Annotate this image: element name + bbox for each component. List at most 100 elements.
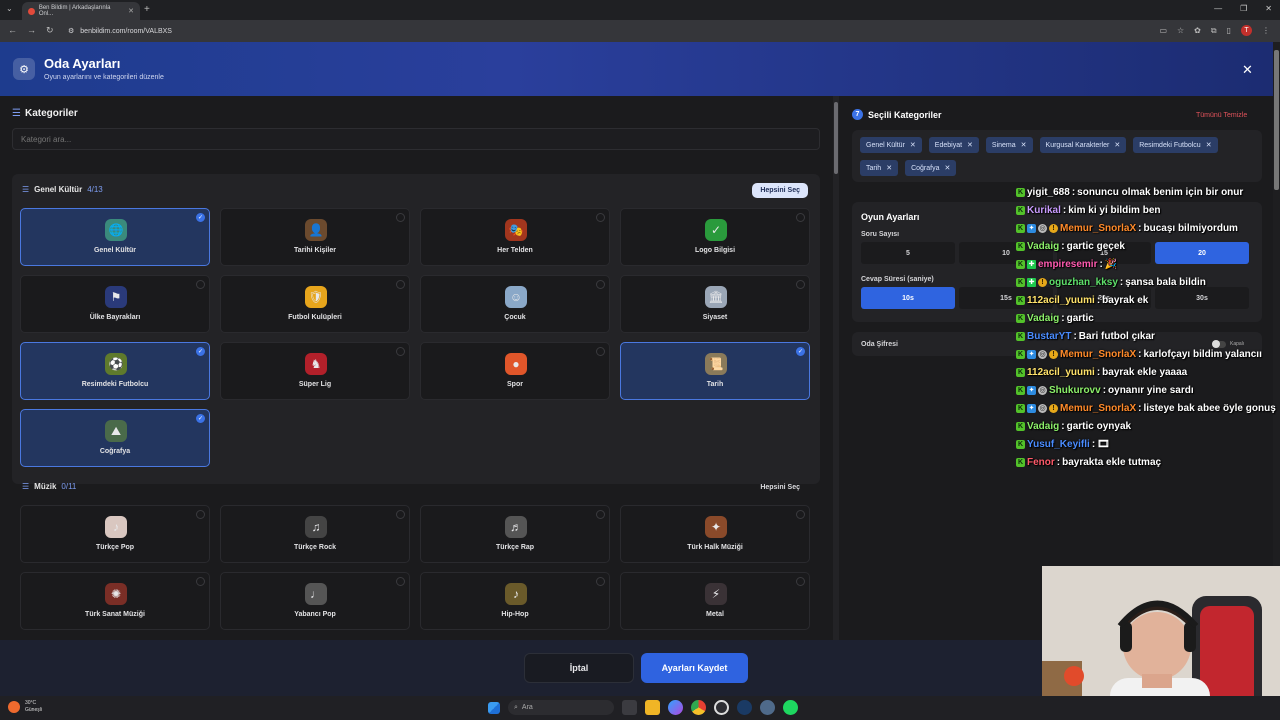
selected-chip: Genel Kültür ✕ (860, 137, 922, 153)
close-icon[interactable]: ✕ (1242, 62, 1253, 78)
chat-message: K ✦ ◎! Memur_SnorlaX : listeye bak abee öyl… (1016, 399, 1280, 417)
radio-empty-icon (396, 347, 405, 356)
tab-close-icon[interactable]: ✕ (128, 7, 134, 15)
copilot-icon[interactable] (668, 700, 683, 715)
chat-username: Memur_SnorlaX (1060, 222, 1137, 234)
chip-remove-icon[interactable]: ✕ (1021, 141, 1027, 149)
puzzle-icon[interactable]: ⧉ (1211, 26, 1217, 36)
category-card[interactable]: ♪ Türkçe Pop (20, 505, 210, 563)
chat-badge-icon: K (1016, 385, 1025, 395)
minimize-icon[interactable]: — (1214, 4, 1222, 13)
option-button[interactable]: 10s (861, 287, 955, 309)
sidebar-icon[interactable]: ▯ (1227, 26, 1231, 35)
file-explorer-icon[interactable] (645, 700, 660, 715)
new-tab-icon[interactable]: + (144, 4, 150, 15)
extension-icon[interactable]: ✿ (1194, 26, 1201, 35)
mountain-icon: ⛰ (105, 420, 127, 442)
category-card[interactable]: 🌐 Genel Kültür ✓ (20, 208, 210, 266)
chat-username: Vadaig (1027, 240, 1060, 252)
maximize-icon[interactable]: ❐ (1240, 4, 1247, 13)
chrome-icon[interactable] (691, 700, 706, 715)
category-card[interactable]: ✦ Türk Halk Müziği (620, 505, 810, 563)
taskbar-search[interactable]: ⌕ Ara (508, 700, 614, 715)
back-icon[interactable]: ← (8, 25, 17, 36)
category-card[interactable]: 👤 Tarihi Kişiler (220, 208, 410, 266)
category-card[interactable]: ✓ Logo Bilgisi (620, 208, 810, 266)
menu-dots-icon[interactable]: ⋮ (1262, 26, 1270, 35)
obs-icon[interactable] (714, 700, 729, 715)
category-card[interactable]: 🛡 Futbol Kulüpleri (220, 275, 410, 333)
category-card[interactable]: ♩ Yabancı Pop (220, 572, 410, 630)
save-settings-button[interactable]: Ayarları Kaydet (641, 653, 748, 683)
close-window-icon[interactable]: ✕ (1265, 4, 1272, 13)
metal-icon: ⚡ (705, 583, 727, 605)
chat-text: Bari futbol çıkar (1078, 330, 1155, 342)
category-card[interactable]: ● Spor (420, 342, 610, 400)
child-icon: ☺ (505, 286, 527, 308)
browser-tab[interactable]: Ben Bildim | Arkadaşlarınla Onl... ✕ (22, 2, 140, 20)
chat-message: K ✚! oguzhan_kksy : şansa bala bildin (1016, 273, 1280, 291)
weather-widget[interactable]: 30°C Güneşli (8, 700, 42, 714)
radio-empty-icon (596, 213, 605, 222)
category-label: Siyaset (702, 314, 728, 321)
category-card[interactable]: ☺ Çocuk (420, 275, 610, 333)
category-card[interactable]: ⚽ Resimdeki Futbolcu ✓ (20, 342, 210, 400)
windows-start-icon[interactable] (488, 701, 500, 714)
category-card[interactable]: 🏛 Siyaset (620, 275, 810, 333)
category-card[interactable]: ♬ Türkçe Rap (420, 505, 610, 563)
select-all-button[interactable]: Hepsini Seç (752, 480, 808, 495)
reload-icon[interactable]: ↻ (46, 25, 54, 36)
chip-remove-icon[interactable]: ✕ (944, 164, 950, 172)
chip-remove-icon[interactable]: ✕ (1114, 141, 1120, 149)
chip-remove-icon[interactable]: ✕ (1206, 141, 1212, 149)
url-text: benbildim.com/room/VALBXS (80, 27, 172, 35)
chat-badge-icon: K (1016, 223, 1025, 233)
forward-icon[interactable]: → (27, 25, 36, 36)
category-card[interactable]: ✺ Türk Sanat Müziği (20, 572, 210, 630)
site-info-icon[interactable]: ⚙ (68, 27, 74, 35)
category-card[interactable]: ♫ Türkçe Rock (220, 505, 410, 563)
chat-separator: : (1071, 186, 1076, 198)
chat-username: 112acil_yuumi (1027, 366, 1095, 378)
game-settings-title: Oyun Ayarları (861, 212, 920, 222)
radio-empty-icon (596, 577, 605, 586)
option-button[interactable]: 5 (861, 242, 955, 264)
cast-icon[interactable]: ▭ (1159, 26, 1167, 35)
chip-remove-icon[interactable]: ✕ (910, 141, 916, 149)
chat-username: BustarYT (1027, 330, 1072, 342)
spotify-icon[interactable] (783, 700, 798, 715)
select-all-button[interactable]: Hepsini Seç (752, 183, 808, 198)
category-card[interactable]: 📜 Tarih ✓ (620, 342, 810, 400)
gear-icon: ⚙ (13, 58, 35, 80)
category-label: Futbol Kulüpleri (288, 314, 342, 321)
category-card[interactable]: ⛰ Coğrafya ✓ (20, 409, 210, 467)
url-field[interactable]: ⚙ benbildim.com/room/VALBXS (60, 23, 1160, 39)
chat-badge-icon: K (1016, 205, 1025, 215)
settings-icon[interactable] (760, 700, 775, 715)
tab-search-icon[interactable]: ⌄ (6, 4, 13, 13)
category-label: Çocuk (504, 314, 526, 321)
category-card[interactable]: ♪ Hip-Hop (420, 572, 610, 630)
chat-message: K Vadaig : gartic geçek (1016, 237, 1280, 255)
category-card[interactable]: ♞ Süper Lig (220, 342, 410, 400)
clear-all-button[interactable]: Tümünü Temizle (1196, 112, 1247, 119)
chat-badge-icon: K (1016, 295, 1025, 305)
chat-message: Kyigit_688 : sonuncu olmak benim için bi… (1016, 183, 1280, 201)
chip-remove-icon[interactable]: ✕ (886, 164, 892, 172)
chip-remove-icon[interactable]: ✕ (967, 141, 973, 149)
profile-avatar[interactable]: T (1241, 25, 1252, 36)
category-card[interactable]: ⚡ Metal (620, 572, 810, 630)
category-card[interactable]: ⚑ Ülke Bayrakları (20, 275, 210, 333)
category-search-input[interactable] (12, 128, 820, 150)
category-label: Türk Halk Müziği (687, 544, 743, 551)
steam-icon[interactable] (737, 700, 752, 715)
chat-text: gartic oynyak (1066, 420, 1132, 432)
ball-icon: ● (505, 353, 527, 375)
cancel-button[interactable]: İptal (524, 653, 634, 683)
category-label: Her Telden (497, 247, 533, 254)
categories-scrollbar[interactable] (833, 96, 839, 640)
category-card[interactable]: 🎭 Her Telden (420, 208, 610, 266)
category-label: Türk Sanat Müziği (85, 611, 145, 618)
task-view-icon[interactable] (622, 700, 637, 715)
bookmark-star-icon[interactable]: ☆ (1177, 26, 1184, 35)
